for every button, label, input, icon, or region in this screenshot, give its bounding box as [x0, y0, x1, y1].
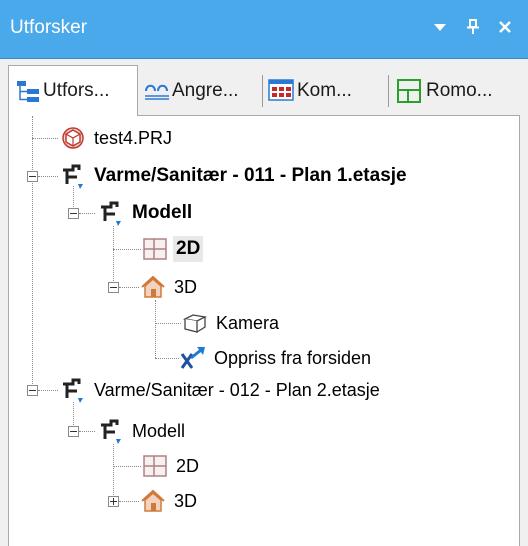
- collapse-toggle[interactable]: [108, 282, 119, 293]
- tree-item-label: Kamera: [216, 312, 280, 333]
- tree-item-3d[interactable]: 3D: [139, 484, 200, 518]
- tab-components-label: Kom...: [297, 80, 352, 101]
- elevation-view-icon: [180, 347, 205, 369]
- tree-line: [119, 501, 139, 502]
- tree-item-label: test4.PRJ: [94, 127, 173, 148]
- tree-item-modell[interactable]: Modell: [97, 196, 195, 230]
- tree-item-label: 2D: [176, 455, 200, 476]
- tree-line: [155, 300, 156, 358]
- close-icon[interactable]: [492, 14, 518, 40]
- tab-separator: [262, 75, 263, 107]
- tree-item-elevation[interactable]: Oppriss fra forsiden: [179, 341, 374, 375]
- tree-item-label: Varme/Sanitær - 011 - Plan 1.etasje: [94, 165, 407, 186]
- tree-line: [155, 358, 179, 359]
- tree-line: [113, 226, 114, 287]
- collapse-toggle[interactable]: [68, 426, 79, 437]
- room-icon: [397, 79, 421, 103]
- expand-toggle[interactable]: [108, 496, 119, 507]
- tree-item-label: Modell: [132, 420, 186, 441]
- explorer-tree-icon: [17, 81, 39, 102]
- tab-undo[interactable]: Angre...: [142, 67, 260, 115]
- collapse-toggle[interactable]: [68, 208, 79, 219]
- tree-item-model2[interactable]: Varme/Sanitær - 012 - Plan 2.etasje: [59, 373, 383, 407]
- project-icon: [62, 127, 84, 149]
- house-3d-icon: [141, 489, 165, 512]
- tab-strip: Utfors... Angre... Kom... Romo...: [0, 59, 528, 116]
- tab-rooms[interactable]: Romo...: [394, 67, 522, 115]
- tree-item-label: Oppriss fra forsiden: [214, 347, 372, 368]
- tab-explorer[interactable]: Utfors...: [8, 65, 138, 116]
- tree-line: [113, 249, 141, 250]
- tree-item-3d[interactable]: 3D: [139, 270, 200, 304]
- plumbing-icon: [63, 378, 83, 403]
- house-3d-icon: [141, 275, 165, 298]
- tree-item-project[interactable]: test4.PRJ: [59, 121, 175, 155]
- tree-item-label: 3D: [174, 276, 198, 297]
- tree-line: [119, 287, 139, 288]
- plumbing-icon: [101, 201, 121, 226]
- tab-rooms-label: Romo...: [426, 80, 493, 101]
- undo-history-icon: [145, 84, 169, 100]
- tree-item-label: 3D: [174, 490, 198, 511]
- tree-item-label: Varme/Sanitær - 012 - Plan 2.etasje: [94, 379, 380, 400]
- tree-item-2d[interactable]: 2D: [141, 232, 204, 266]
- tab-components[interactable]: Kom...: [266, 67, 384, 115]
- plumbing-icon: [101, 419, 121, 444]
- dropdown-arrow-icon[interactable]: [427, 14, 453, 40]
- tree-item-label: Modell: [132, 202, 193, 223]
- tree-item-label: 2D: [173, 236, 204, 262]
- floorplan-2d-icon: [143, 238, 167, 260]
- plumbing-icon: [63, 164, 83, 189]
- tree-line: [155, 323, 181, 324]
- panel-titlebar: Utforsker: [0, 0, 528, 59]
- tree-line: [113, 466, 141, 467]
- tree-line: [38, 176, 58, 177]
- floorplan-2d-icon: [143, 455, 167, 477]
- tree-line: [79, 213, 95, 214]
- tree-line: [32, 116, 33, 390]
- components-grid-icon: [268, 79, 294, 101]
- tree-item-model1[interactable]: Varme/Sanitær - 011 - Plan 1.etasje: [59, 159, 410, 193]
- tab-separator: [388, 75, 389, 107]
- pin-icon[interactable]: [460, 14, 486, 40]
- tree-item-modell[interactable]: Modell: [97, 414, 188, 448]
- tree-item-camera[interactable]: Kamera: [181, 306, 282, 340]
- camera-box-icon: [182, 314, 208, 333]
- tree-line: [32, 138, 58, 139]
- collapse-toggle[interactable]: [27, 385, 38, 396]
- collapse-toggle[interactable]: [27, 171, 38, 182]
- panel-title: Utforsker: [10, 17, 88, 38]
- tab-undo-label: Angre...: [172, 80, 239, 101]
- tree-item-2d[interactable]: 2D: [141, 449, 202, 483]
- explorer-tree-panel[interactable]: test4.PRJ Varme/Sanitær - 011 - Plan 1.e…: [8, 115, 520, 546]
- tree-line: [38, 390, 58, 391]
- tree-line: [79, 431, 95, 432]
- tab-explorer-label: Utfors...: [43, 80, 110, 101]
- tree-line: [113, 444, 114, 501]
